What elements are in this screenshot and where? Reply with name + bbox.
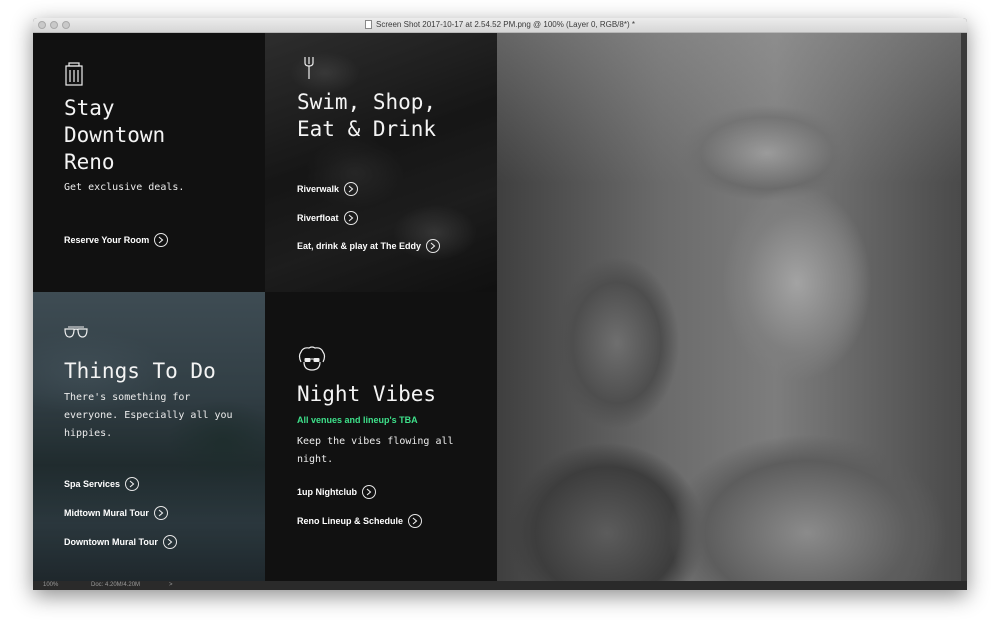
downtown-mural-tour-link[interactable]: Downtown Mural Tour [64, 535, 177, 549]
panel-heading: Swim, Shop, Eat & Drink [297, 89, 436, 143]
fork-icon [304, 57, 314, 79]
the-eddy-link[interactable]: Eat, drink & play at The Eddy [297, 239, 441, 253]
panel-night-vibes: Night Vibes All venues and lineup's TBA … [265, 292, 497, 581]
reserve-room-link[interactable]: Reserve Your Room [64, 233, 169, 247]
link-label: Riverfloat [297, 213, 339, 223]
arrow-circle-icon [343, 211, 358, 225]
1up-nightclub-link[interactable]: 1up Nightclub [297, 485, 376, 499]
link-label: Spa Services [64, 479, 121, 489]
document-size: Doc: 4.20M/4.20M [91, 582, 141, 588]
panel-heading: Night Vibes [297, 381, 436, 408]
heading-line: Swim, Shop, [297, 90, 437, 114]
arrow-circle-icon [153, 506, 168, 520]
spa-services-link[interactable]: Spa Services [64, 477, 140, 491]
riverfloat-link[interactable]: Riverfloat [297, 211, 358, 225]
document-canvas: Stay Downtown Reno Get exclusive deals. … [33, 33, 961, 581]
sunglasses-icon [64, 326, 88, 338]
lineup-notice: All venues and lineup's TBA [297, 415, 418, 425]
panel-body-text: There's something for everyone. Especial… [64, 389, 233, 443]
app-window: Screen Shot 2017-10-17 at 2.54.52 PM.png… [33, 18, 967, 590]
heading-line: Things To Do [64, 359, 216, 383]
afro-glasses-icon [298, 346, 326, 371]
link-label: Riverwalk [297, 184, 340, 194]
body-line: everyone. Especially all you [64, 410, 233, 421]
window-title-area: Screen Shot 2017-10-17 at 2.54.52 PM.png… [33, 19, 967, 31]
panel-things-to-do: Things To Do There's something for every… [33, 292, 265, 581]
title-bar: Screen Shot 2017-10-17 at 2.54.52 PM.png… [33, 18, 967, 33]
arrow-circle-icon [344, 182, 359, 196]
riverwalk-link[interactable]: Riverwalk [297, 182, 359, 196]
window-title: Screen Shot 2017-10-17 at 2.54.52 PM.png… [376, 20, 635, 29]
arrow-circle-icon [408, 514, 423, 528]
reno-lineup-link[interactable]: Reno Lineup & Schedule [297, 514, 423, 528]
arrow-circle-icon [125, 477, 140, 491]
heading-line: Stay [64, 96, 115, 120]
zoom-level[interactable]: 100% [43, 581, 58, 590]
heading-line: Reno [64, 150, 115, 174]
heading-line: Eat & Drink [297, 117, 437, 141]
heading-line: Downtown [64, 123, 166, 147]
couple-photo [497, 33, 961, 581]
link-label: Reno Lineup & Schedule [297, 516, 404, 526]
link-label: Eat, drink & play at The Eddy [297, 241, 422, 251]
arrow-circle-icon [426, 239, 441, 253]
building-icon [65, 62, 83, 86]
panel-heading: Stay Downtown Reno [64, 95, 165, 176]
status-bar: 100% Doc: 4.20M/4.20M > [33, 581, 967, 590]
arrow-circle-icon [154, 233, 169, 247]
arrow-circle-icon [162, 535, 177, 549]
panel-body-text: Keep the vibes flowing all night. [297, 433, 454, 469]
midtown-mural-tour-link[interactable]: Midtown Mural Tour [64, 506, 168, 520]
document-icon [365, 20, 373, 29]
panel-stay-downtown: Stay Downtown Reno Get exclusive deals. … [33, 33, 265, 292]
panel-swim-shop: Swim, Shop, Eat & Drink Riverwalk Riverf… [265, 33, 497, 292]
link-label: Downtown Mural Tour [64, 537, 158, 547]
arrow-circle-icon [362, 485, 376, 499]
link-label: Reserve Your Room [64, 235, 150, 245]
panel-body-text: Get exclusive deals. [64, 182, 185, 193]
vertical-scrollbar[interactable] [961, 33, 967, 581]
link-label: Midtown Mural Tour [64, 508, 149, 518]
body-line: night. [297, 454, 334, 465]
panel-heading: Things To Do [64, 358, 216, 385]
heading-line: Night Vibes [297, 382, 437, 406]
link-label: 1up Nightclub [297, 487, 357, 497]
body-line: There's something for [64, 392, 191, 403]
body-line: Keep the vibes flowing all [297, 436, 454, 447]
status-menu-arrow[interactable]: > [169, 581, 173, 590]
body-line: hippies. [64, 428, 113, 439]
